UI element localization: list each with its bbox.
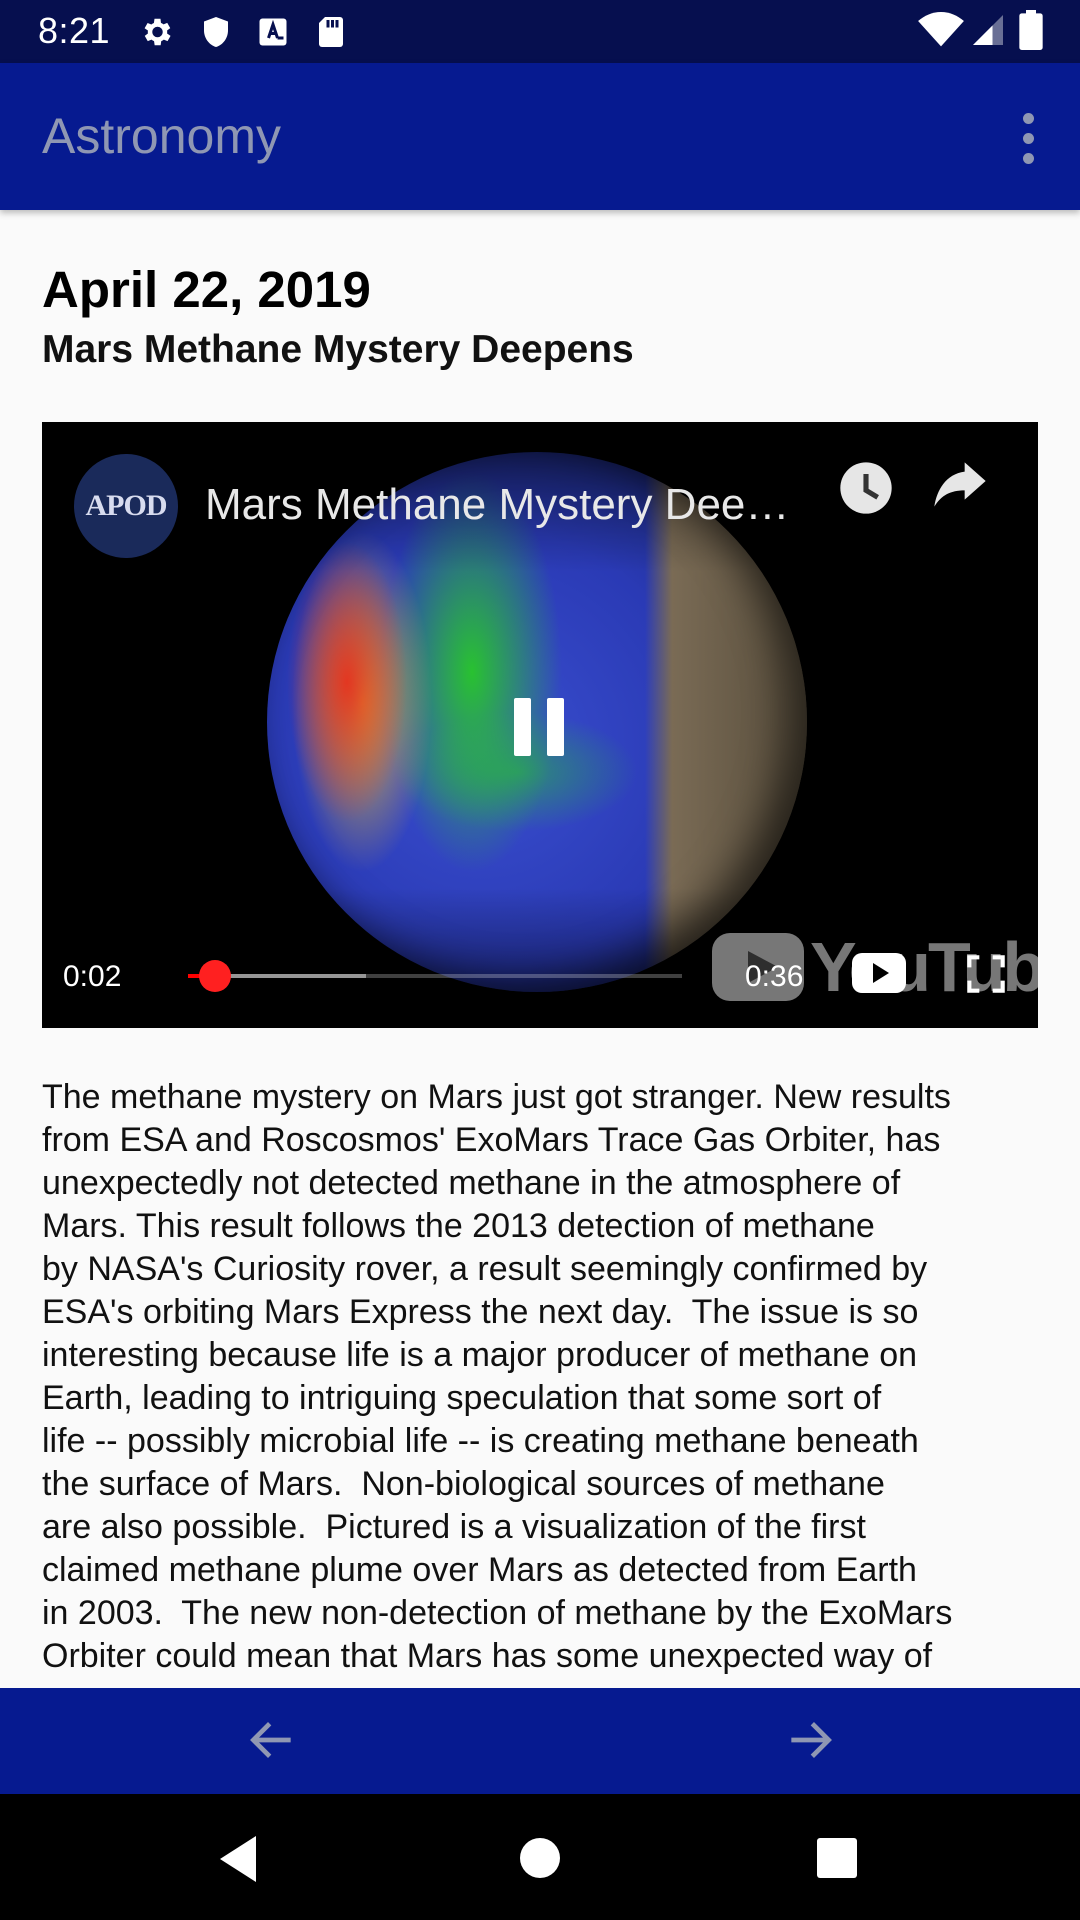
arrow-forward-icon[interactable] <box>782 1712 838 1768</box>
youtube-logo-icon[interactable] <box>852 953 906 993</box>
more-vert-icon[interactable] <box>1000 103 1056 173</box>
apod-content[interactable]: April 22, 2019 Mars Methane Mystery Deep… <box>0 210 1080 1688</box>
status-time: 8:21 <box>38 10 111 51</box>
apod-title: Mars Methane Mystery Deepens <box>42 328 634 371</box>
bottom-nav <box>0 1688 1080 1794</box>
sd-card-icon <box>319 17 343 47</box>
app-title: Astronomy <box>42 108 281 164</box>
wifi-icon <box>918 12 964 47</box>
channel-logo[interactable]: APOD <box>74 454 178 558</box>
video-player[interactable]: APOD Mars Methane Mystery Dee… YouTube 0… <box>42 422 1038 1028</box>
app-bar: Astronomy <box>0 63 1080 210</box>
system-nav-bar <box>0 1794 1080 1920</box>
status-bar: 8:21 <box>0 0 1080 63</box>
signal-icon <box>973 15 1003 45</box>
fullscreen-icon[interactable] <box>966 954 1006 994</box>
video-progress-bar[interactable] <box>188 960 682 992</box>
battery-icon <box>1019 10 1043 50</box>
back-triangle-icon[interactable] <box>216 1834 262 1884</box>
pause-icon[interactable] <box>514 698 564 756</box>
apod-date: April 22, 2019 <box>42 261 371 318</box>
watch-later-icon[interactable] <box>838 460 894 516</box>
video-current-time: 0:02 <box>63 960 122 993</box>
video-scrubber-knob[interactable] <box>199 960 232 992</box>
gear-icon <box>144 18 171 46</box>
video-total-time: 0:36 <box>745 960 804 993</box>
home-circle-icon[interactable] <box>520 1838 560 1878</box>
arrow-back-icon[interactable] <box>244 1712 300 1768</box>
apod-explanation: The methane mystery on Mars just got str… <box>42 1078 953 1675</box>
video-title[interactable]: Mars Methane Mystery Dee… <box>205 480 789 530</box>
shield-icon <box>204 17 228 47</box>
font-a-icon <box>259 18 287 46</box>
share-icon[interactable] <box>930 460 990 516</box>
recents-square-icon[interactable] <box>817 1838 857 1878</box>
